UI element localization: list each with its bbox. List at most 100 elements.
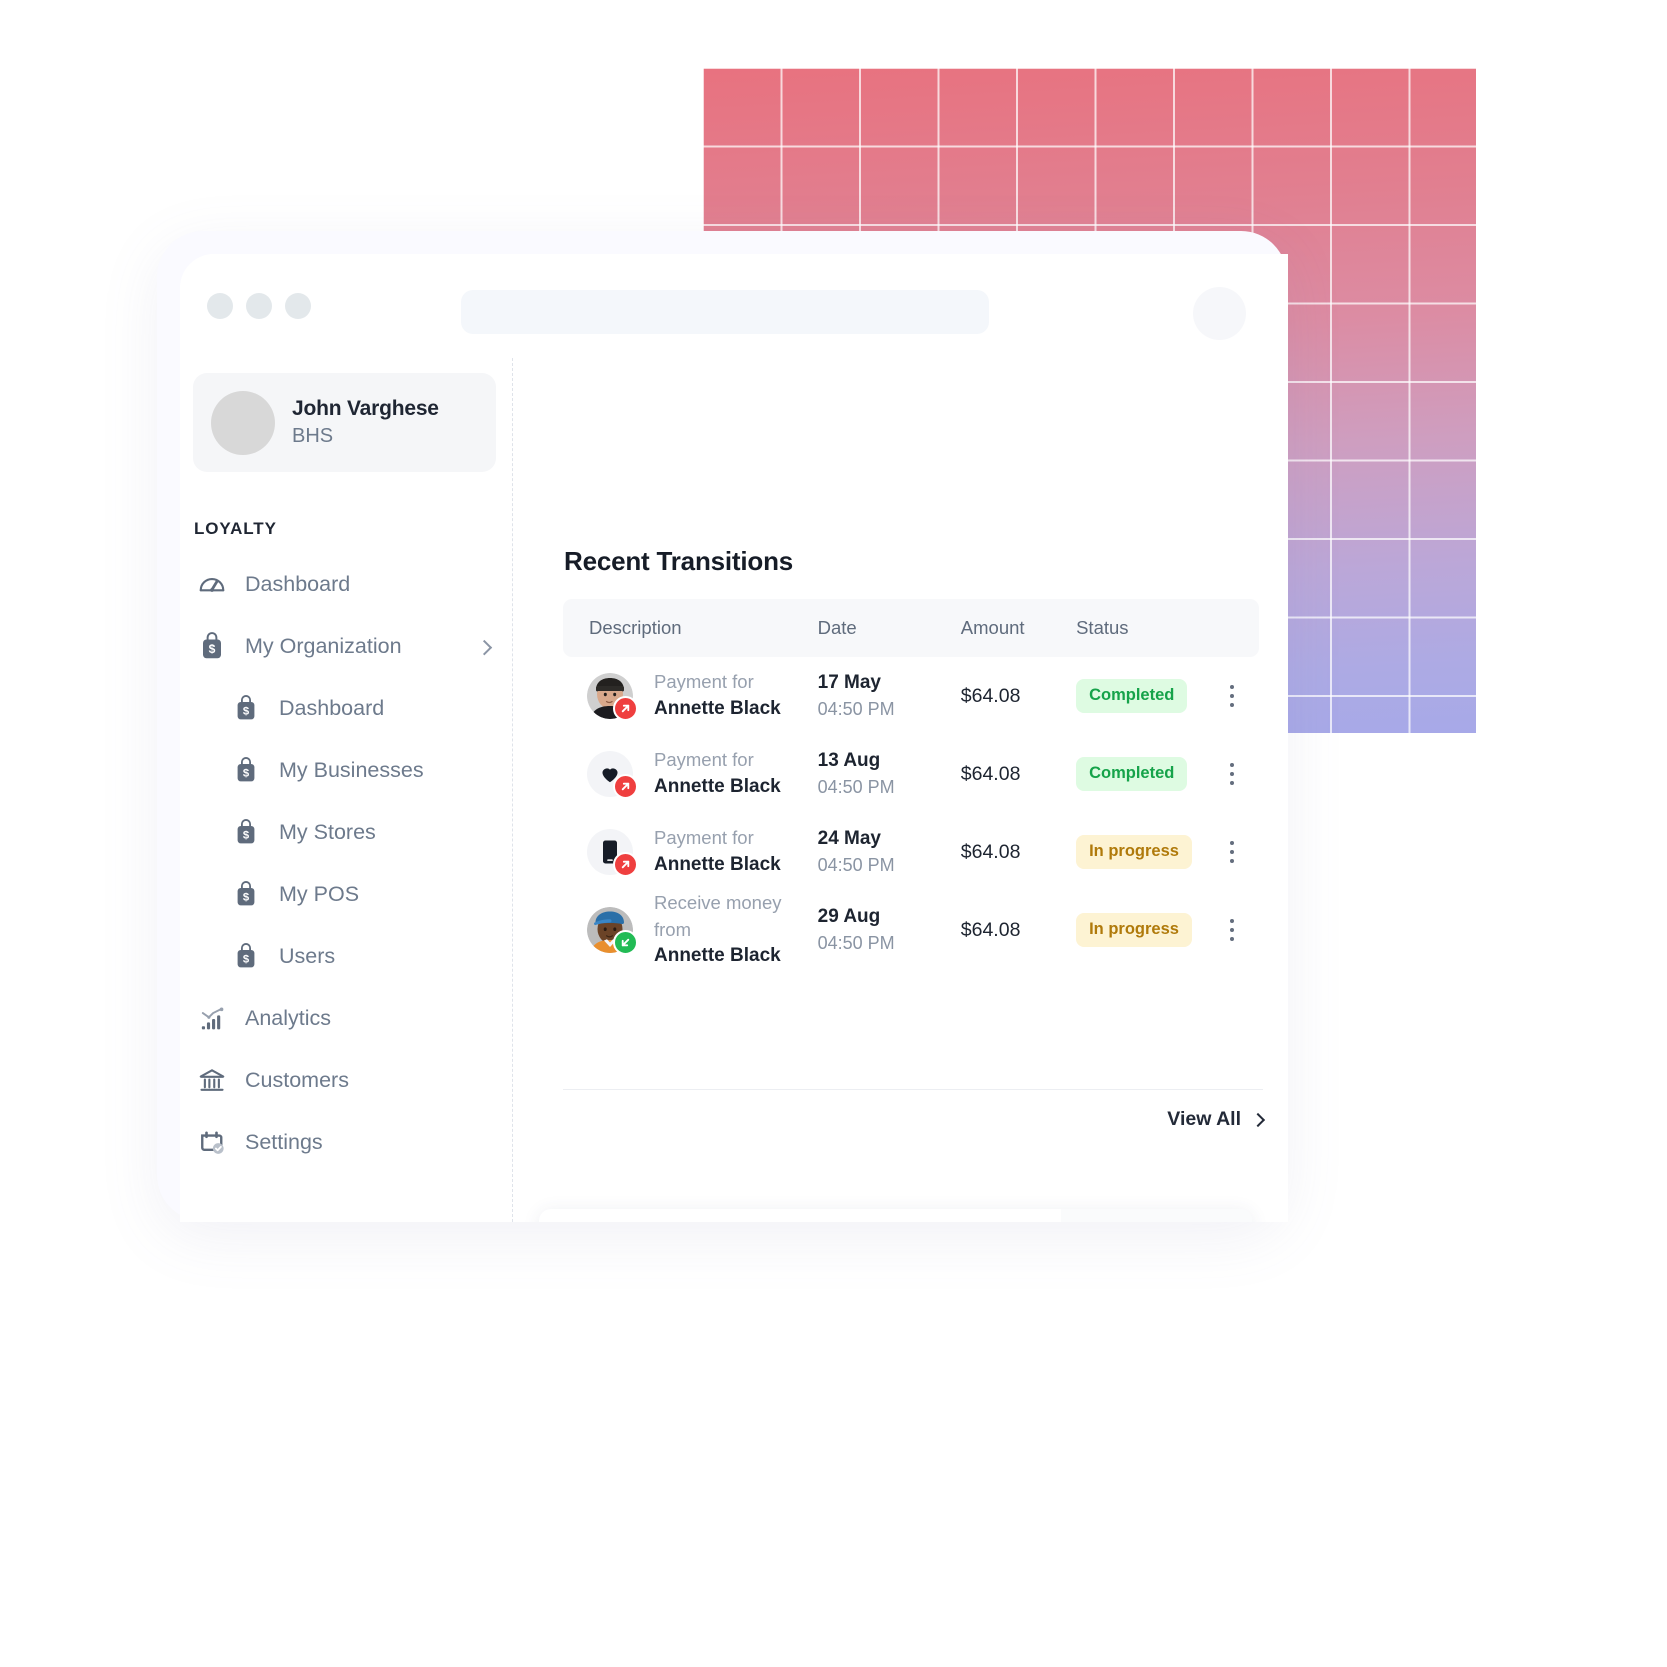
shopping-bag-dollar-icon: $ [228, 814, 264, 850]
arrow-out-badge-icon [613, 773, 638, 799]
status-badge: Completed [1076, 757, 1188, 791]
view-all-label: View All [1167, 1108, 1241, 1130]
svg-text:$: $ [243, 768, 250, 780]
row-time-value: 04:50 PM [817, 932, 895, 953]
share-card: Share us on social media Lorem ipsum dol… [539, 1209, 1252, 1222]
view-all-link[interactable]: View All [1167, 1108, 1266, 1131]
table-row[interactable]: Receive money from Annette Black 29 Aug … [563, 891, 1259, 969]
sidebar: John Varghese BHS LOYALTY Dashboard $ My… [180, 358, 513, 1222]
row-description-top: Payment for [654, 671, 754, 693]
row-description-text: Payment for Annette Black [654, 747, 781, 800]
sidebar-item-label: My Stores [279, 819, 376, 844]
row-description-name: Annette Black [654, 944, 781, 966]
account-avatar[interactable] [1193, 287, 1246, 340]
row-description-name: Annette Black [654, 775, 781, 797]
sidebar-item-label: Settings [245, 1129, 323, 1154]
row-status: Completed [1076, 679, 1205, 713]
column-header-amount: Amount [960, 617, 1025, 638]
page-title: Recent Transitions [564, 546, 794, 576]
row-time-value: 04:50 PM [817, 854, 895, 875]
row-description-name: Annette Black [654, 697, 781, 719]
sidebar-item-analytics[interactable]: Analytics [180, 987, 512, 1049]
row-avatar [587, 750, 638, 799]
sidebar-item-label: Dashboard [245, 571, 351, 596]
row-date: 24 May 04:50 PM [818, 826, 961, 879]
sidebar-section-label: LOYALTY [194, 519, 277, 538]
row-menu-button[interactable] [1205, 918, 1259, 942]
row-amount: $64.08 [960, 918, 1021, 941]
row-status: Completed [1076, 757, 1205, 791]
sidebar-subitem-my-stores[interactable]: $ My Stores [180, 801, 512, 863]
sidebar-item-settings[interactable]: Settings [180, 1111, 512, 1173]
sidebar-nav: Dashboard $ My Organization $ Dashboard … [180, 553, 512, 1173]
kebab-menu-icon[interactable] [1229, 918, 1235, 942]
sidebar-item-label: Dashboard [279, 695, 385, 720]
close-dot[interactable] [207, 293, 233, 319]
shopping-bag-dollar-icon: $ [228, 876, 264, 912]
row-date-value: 24 May [817, 827, 881, 849]
row-time-value: 04:50 PM [817, 698, 895, 719]
row-menu-button[interactable] [1205, 762, 1259, 786]
sidebar-item-label: My Organization [245, 633, 402, 658]
maximize-dot[interactable] [285, 293, 311, 319]
sidebar-subitem-users[interactable]: $ Users [180, 925, 512, 987]
browser-window: John Varghese BHS LOYALTY Dashboard $ My… [180, 254, 1288, 1222]
avatar [211, 390, 275, 455]
sidebar-item-label: My POS [279, 881, 360, 906]
row-description-text: Payment for Annette Black [654, 669, 781, 722]
transactions-table: Description Date Amount Status Payment f… [563, 599, 1259, 969]
row-description-top: Payment for [654, 749, 754, 771]
row-description: Payment for Annette Black [563, 669, 818, 722]
address-bar-input[interactable] [461, 290, 989, 334]
svg-text:$: $ [243, 706, 250, 718]
sidebar-item-dashboard[interactable]: Dashboard [180, 553, 512, 615]
status-badge: In progress [1076, 835, 1192, 869]
sidebar-item-label: My Businesses [279, 757, 424, 782]
table-row[interactable]: Payment for Annette Black 13 Aug 04:50 P… [563, 735, 1259, 813]
svg-text:$: $ [243, 892, 250, 904]
sidebar-profile-card[interactable]: John Varghese BHS [193, 373, 496, 472]
profile-org: BHS [292, 424, 334, 447]
sidebar-subitem-dashboard[interactable]: $ Dashboard [180, 677, 512, 739]
browser-chrome [180, 254, 1288, 358]
chevron-right-icon [1250, 1112, 1266, 1127]
row-status: In progress [1076, 913, 1205, 947]
sidebar-subitem-my-pos[interactable]: $ My POS [180, 863, 512, 925]
sidebar-item-customers[interactable]: Customers [180, 1049, 512, 1111]
kebab-menu-icon[interactable] [1229, 762, 1235, 786]
sidebar-subitem-my-businesses[interactable]: $ My Businesses [180, 739, 512, 801]
status-badge: In progress [1076, 913, 1192, 947]
window-traffic-lights [207, 293, 311, 319]
row-description-name: Annette Black [654, 853, 781, 875]
arrow-in-badge-icon [613, 930, 638, 955]
shopping-bag-dollar-icon: $ [228, 690, 264, 726]
screenshot-root: John Varghese BHS LOYALTY Dashboard $ My… [0, 0, 1667, 1667]
row-menu-button[interactable] [1205, 840, 1259, 864]
chevron-right-icon[interactable] [476, 639, 493, 656]
table-row[interactable]: Payment for Annette Black 24 May 04:50 P… [563, 813, 1259, 891]
main-content: Recent Transitions Description Date Amou… [514, 358, 1288, 1222]
bank-icon [194, 1062, 230, 1098]
row-description: Payment for Annette Black [563, 825, 818, 878]
row-avatar [587, 907, 638, 955]
shopping-bag-dollar-icon: $ [228, 938, 264, 974]
row-amount: $64.08 [960, 840, 1021, 863]
row-amount: $64.08 [960, 762, 1021, 785]
row-menu-button[interactable] [1205, 684, 1259, 708]
table-header-row: Description Date Amount Status [563, 599, 1259, 657]
row-avatar [587, 828, 638, 877]
sidebar-item-my-organization[interactable]: $ My Organization [180, 615, 512, 677]
sidebar-item-label: Users [279, 943, 336, 968]
kebab-menu-icon[interactable] [1229, 840, 1235, 864]
minimize-dot[interactable] [246, 293, 272, 319]
row-status: In progress [1076, 835, 1205, 869]
table-row[interactable]: Payment for Annette Black 17 May 04:50 P… [563, 657, 1259, 735]
bar-chart-icon [194, 1000, 230, 1036]
row-date: 17 May 04:50 PM [818, 670, 961, 723]
shopping-bag-dollar-icon: $ [194, 628, 230, 664]
svg-text:$: $ [209, 642, 216, 656]
speedometer-icon [194, 566, 230, 602]
row-description: Payment for Annette Black [563, 747, 818, 800]
sidebar-item-label: Customers [245, 1067, 349, 1092]
kebab-menu-icon[interactable] [1229, 684, 1235, 708]
